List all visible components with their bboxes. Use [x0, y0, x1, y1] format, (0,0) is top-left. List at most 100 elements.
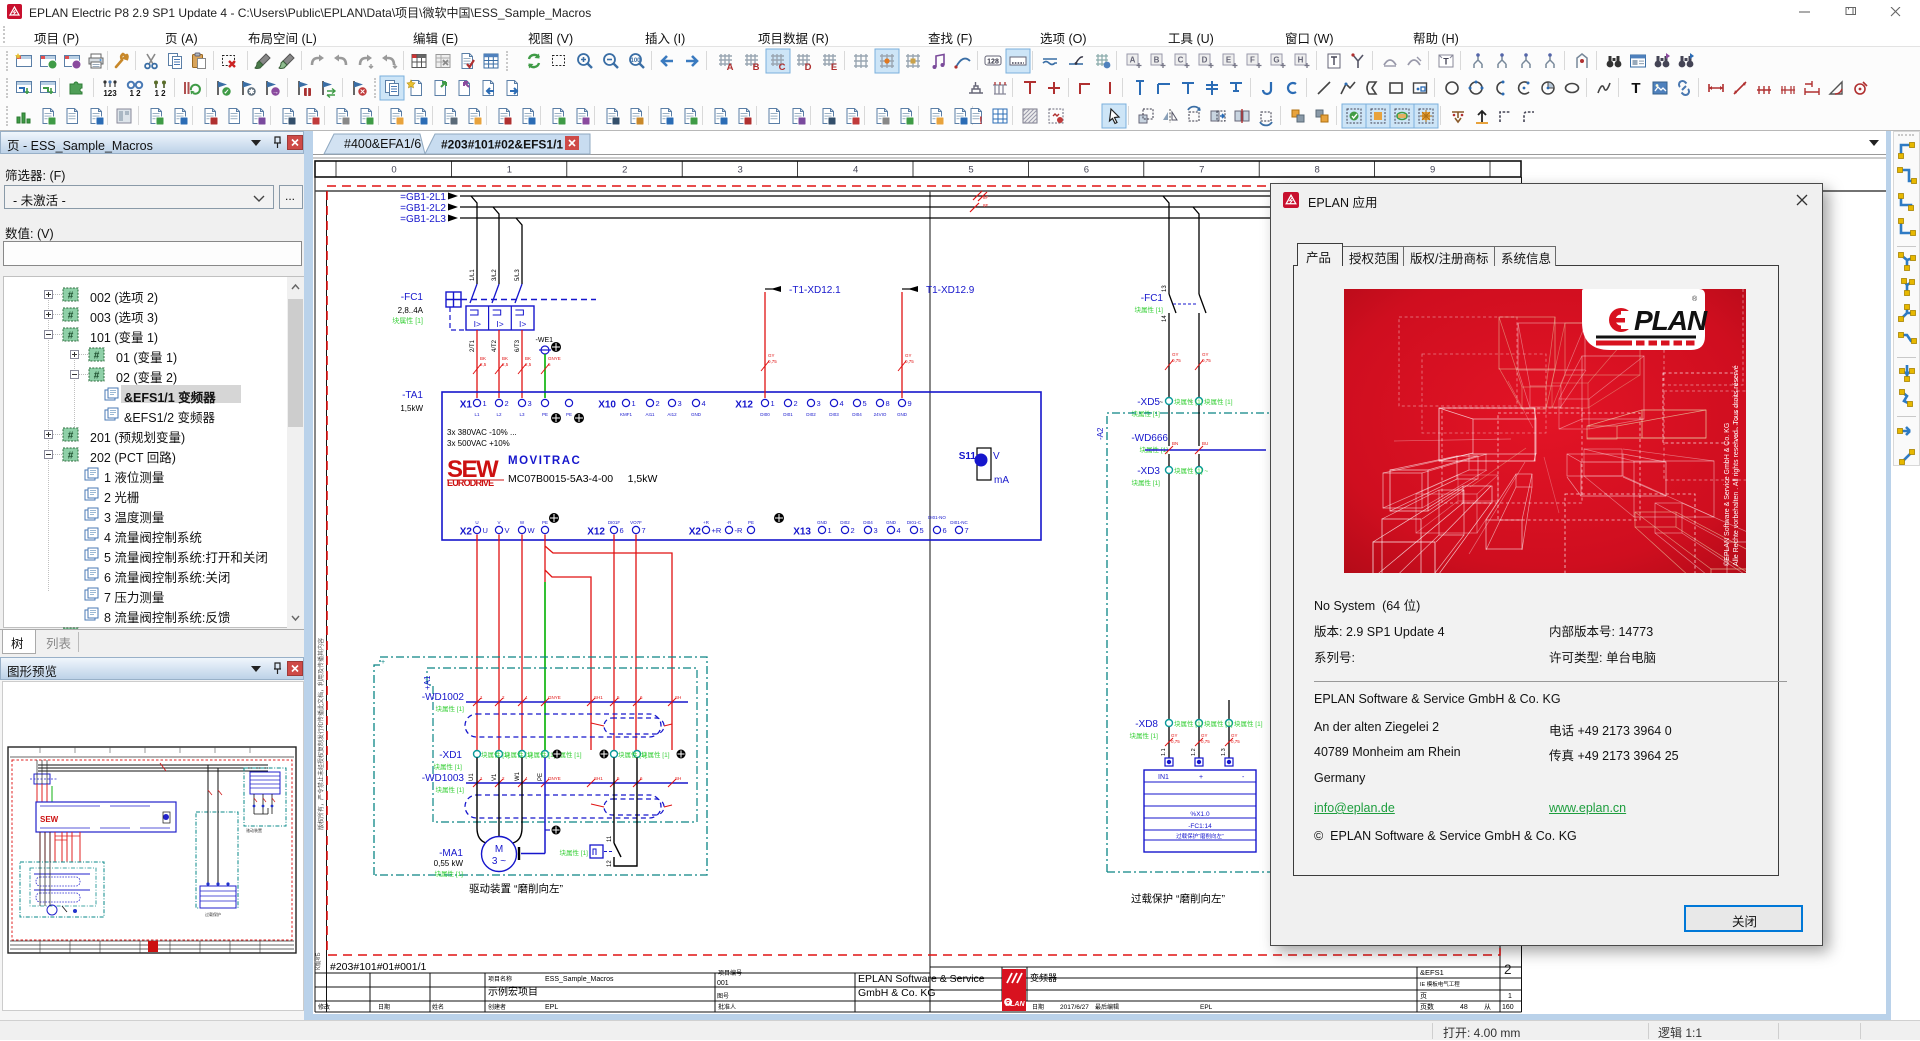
- svg-text:1: 1: [507, 165, 512, 176]
- svg-text:0,75: 0,75: [905, 359, 914, 364]
- svg-text:-WD666: -WD666: [1131, 433, 1168, 444]
- svg-text:2,5: 2,5: [502, 362, 509, 367]
- svg-text:块属性 [1]: 块属性 [1]: [433, 762, 462, 771]
- svg-text:PLAN: PLAN: [1634, 305, 1708, 336]
- svg-text:E: E: [831, 62, 837, 73]
- svg-text:mA: mA: [994, 475, 1009, 486]
- svg-text:6: 6: [1084, 165, 1089, 176]
- svg-text:D: D: [1202, 56, 1208, 65]
- svg-text:示例宏项目: 示例宏项目: [488, 985, 538, 998]
- svg-text:-XD5: -XD5: [1137, 397, 1160, 408]
- svg-text:AI12: AI12: [667, 412, 677, 417]
- svg-text:DI01: DI01: [783, 412, 793, 417]
- svg-text:ESS_Sample_Macros: ESS_Sample_Macros: [545, 976, 614, 983]
- svg-text:5: 5: [968, 165, 973, 176]
- svg-text:+: +: [381, 659, 385, 666]
- svg-text:3x 500VAC +10%: 3x 500VAC +10%: [447, 439, 510, 448]
- svg-text:GmbH & Co. KG: GmbH & Co. KG: [858, 987, 936, 999]
- svg-text:GND: GND: [886, 520, 897, 525]
- svg-text:SH: SH: [675, 776, 681, 781]
- svg-text:创建者: 创建者: [488, 1003, 506, 1011]
- svg-text:V: V: [505, 526, 510, 535]
- svg-text:DI01-NO: DI01-NO: [928, 515, 946, 520]
- svg-text:-A2: -A2: [1096, 427, 1105, 440]
- svg-text:13: 13: [1162, 285, 1168, 292]
- svg-text:-TA1: -TA1: [402, 390, 423, 401]
- svg-text:0,75: 0,75: [1172, 358, 1181, 363]
- svg-text:-FC1: -FC1: [401, 292, 424, 303]
- svg-text:=GB1-2L2: =GB1-2L2: [400, 203, 446, 214]
- svg-text:GY: GY: [1172, 352, 1179, 357]
- svg-text:块属性 [1]: 块属性 [1]: [641, 750, 670, 759]
- svg-text:T: T: [1443, 57, 1449, 67]
- svg-text:F: F: [1250, 56, 1255, 65]
- svg-text:1 2: 1 2: [129, 89, 141, 98]
- svg-text:项目名称: 项目名称: [488, 975, 512, 983]
- svg-text:160: 160: [1502, 1004, 1514, 1011]
- svg-text:日期: 日期: [378, 1003, 390, 1011]
- svg-text:T: T: [1631, 80, 1640, 97]
- svg-text:DI00: DI00: [760, 412, 770, 417]
- svg-text:К版ฺशБ: К版ฺशБ: [314, 952, 322, 970]
- svg-text:批准人: 批准人: [718, 1003, 736, 1011]
- svg-text:5/L3: 5/L3: [515, 269, 521, 281]
- svg-text:+: +: [1199, 774, 1203, 781]
- svg-text:0,75: 0,75: [1231, 739, 1240, 744]
- svg-text:块属性 [1]: 块属性 [1]: [1134, 305, 1163, 314]
- svg-text:V: V: [993, 451, 1000, 462]
- svg-text:4: 4: [840, 399, 844, 408]
- svg-text:块属性 [1]: 块属性 [1]: [434, 869, 463, 878]
- svg-text:DI01F: DI01F: [608, 520, 621, 525]
- svg-text:从: 从: [1484, 1003, 1491, 1011]
- svg-text:项目编号: 项目编号: [718, 969, 742, 977]
- svg-text:9: 9: [908, 399, 912, 408]
- svg-text:GY: GY: [1202, 352, 1209, 357]
- svg-text:9: 9: [1430, 165, 1435, 176]
- svg-text:块属性 [1]: 块属性 [1]: [435, 785, 464, 794]
- svg-text:+R: +R: [712, 526, 722, 535]
- svg-text:X13: X13: [793, 527, 811, 538]
- svg-text:3x 380VAC -10% ...: 3x 380VAC -10% ...: [447, 428, 517, 437]
- svg-text:#: #: [94, 351, 100, 362]
- svg-text:0,55 kW: 0,55 kW: [434, 859, 464, 868]
- svg-text:页数: 页数: [1420, 1002, 1434, 1011]
- svg-text:✕: ✕: [360, 89, 366, 96]
- svg-text:U: U: [483, 526, 488, 535]
- svg-text:块属性 [1]: 块属性 [1]: [1234, 719, 1263, 728]
- svg-text:©EPLAN Software & Service GmbH: ©EPLAN Software & Service GmbH & Co. KG: [1723, 423, 1731, 566]
- svg-text:14: 14: [1162, 315, 1168, 322]
- svg-text:D: D: [805, 62, 812, 73]
- svg-text:L3: L3: [519, 412, 525, 417]
- svg-text:DI04: DI04: [863, 520, 873, 525]
- svg-text:3: 3: [678, 399, 682, 408]
- svg-text:DI04: DI04: [852, 412, 862, 417]
- svg-text:姓名: 姓名: [432, 1003, 444, 1011]
- svg-text:4/T2: 4/T2: [492, 339, 498, 352]
- svg-text:0: 0: [391, 165, 396, 176]
- svg-text:8: 8: [1315, 165, 1320, 176]
- svg-text:-XD3: -XD3: [1137, 466, 1160, 477]
- svg-text:SEW: SEW: [40, 815, 59, 824]
- svg-text:2/T1: 2/T1: [470, 339, 476, 352]
- svg-text:I>: I>: [519, 319, 526, 329]
- svg-text:S11: S11: [959, 451, 977, 462]
- svg-text:11: 11: [607, 835, 613, 842]
- svg-text:1.1: 1.1: [1161, 748, 1167, 756]
- svg-text:2: 2: [1504, 962, 1512, 977]
- svg-text:✓: ✓: [224, 89, 230, 96]
- svg-text:EPL: EPL: [545, 1004, 558, 1011]
- svg-text:4: 4: [897, 526, 901, 535]
- svg-text:块属性 [1] ~: 块属性 [1] ~: [1174, 466, 1208, 475]
- svg-text:W1: W1: [515, 771, 521, 781]
- svg-text:M: M: [495, 844, 503, 855]
- svg-text:G: G: [1273, 56, 1279, 65]
- svg-text:2017/6/27: 2017/6/27: [1060, 1004, 1089, 1011]
- svg-text:3: 3: [738, 165, 743, 176]
- svg-text:1.2: 1.2: [1191, 748, 1197, 756]
- svg-text:块属性 [1]: 块属性 [1]: [527, 750, 556, 759]
- svg-text:-WE1: -WE1: [536, 337, 554, 344]
- svg-text:U: U: [475, 520, 478, 525]
- svg-text:EPL: EPL: [1200, 1004, 1213, 1011]
- svg-text:1: 1: [632, 399, 636, 408]
- svg-text:块属性 [1]: 块属性 [1]: [1129, 731, 1158, 740]
